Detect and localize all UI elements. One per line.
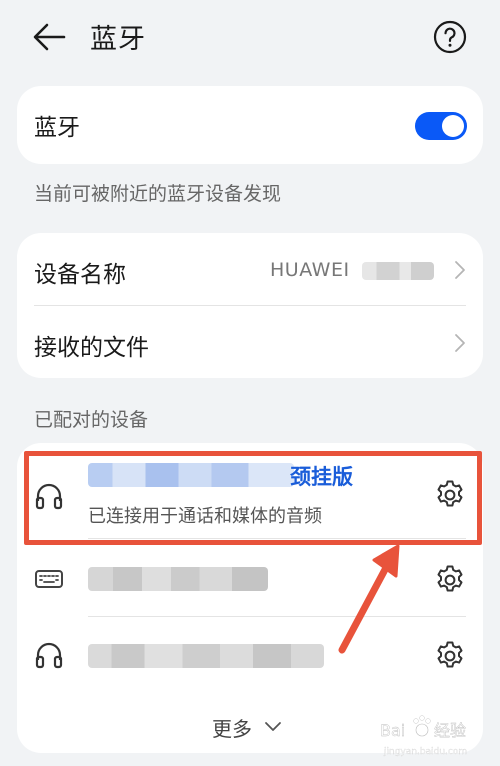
page-title: 蓝牙 xyxy=(90,24,146,55)
blurred-text xyxy=(362,262,434,280)
paired-devices-title: 已配对的设备 xyxy=(34,409,149,431)
highlight-box xyxy=(24,451,482,545)
watermark-brand-cn: 经验 xyxy=(434,721,466,740)
back-arrow-icon[interactable] xyxy=(32,22,66,52)
gear-icon[interactable] xyxy=(434,640,466,672)
switch-knob xyxy=(442,115,464,137)
bluetooth-toggle-card: 蓝牙 xyxy=(17,86,483,164)
keyboard-icon xyxy=(35,570,63,588)
gear-icon[interactable] xyxy=(434,564,466,596)
received-files-label: 接收的文件 xyxy=(34,335,149,361)
device-name-label: 设备名称 xyxy=(34,262,126,288)
blurred-text xyxy=(88,567,268,591)
chevron-right-icon xyxy=(455,334,465,352)
annotation-arrow xyxy=(338,544,400,654)
paw-icon xyxy=(413,715,431,737)
help-icon[interactable] xyxy=(433,20,467,54)
paired-device-item[interactable] xyxy=(17,616,483,700)
device-name-value: HUAWEI xyxy=(270,259,350,281)
blurred-text xyxy=(88,644,324,668)
title-bar: 蓝牙 xyxy=(0,0,500,72)
bluetooth-label: 蓝牙 xyxy=(34,115,80,141)
more-button[interactable]: 更多 xyxy=(212,713,252,742)
bluetooth-switch[interactable] xyxy=(415,112,467,140)
chevron-down-icon[interactable] xyxy=(264,721,282,733)
baidu-watermark-logo: Bai 经验 jingyan.baidu.com xyxy=(380,715,467,757)
discoverable-hint: 当前可被附近的蓝牙设备发现 xyxy=(34,183,282,205)
paired-device-item[interactable] xyxy=(17,538,483,622)
chevron-right-icon xyxy=(455,261,465,279)
headphones-icon xyxy=(35,642,63,669)
device-info-card: 设备名称 HUAWEI 接收的文件 xyxy=(17,233,483,378)
watermark-url: jingyan.baidu.com xyxy=(383,747,467,757)
received-files-row[interactable]: 接收的文件 xyxy=(17,306,483,378)
watermark-brand: Bai xyxy=(380,721,405,740)
device-name-row[interactable]: 设备名称 HUAWEI xyxy=(17,233,483,306)
